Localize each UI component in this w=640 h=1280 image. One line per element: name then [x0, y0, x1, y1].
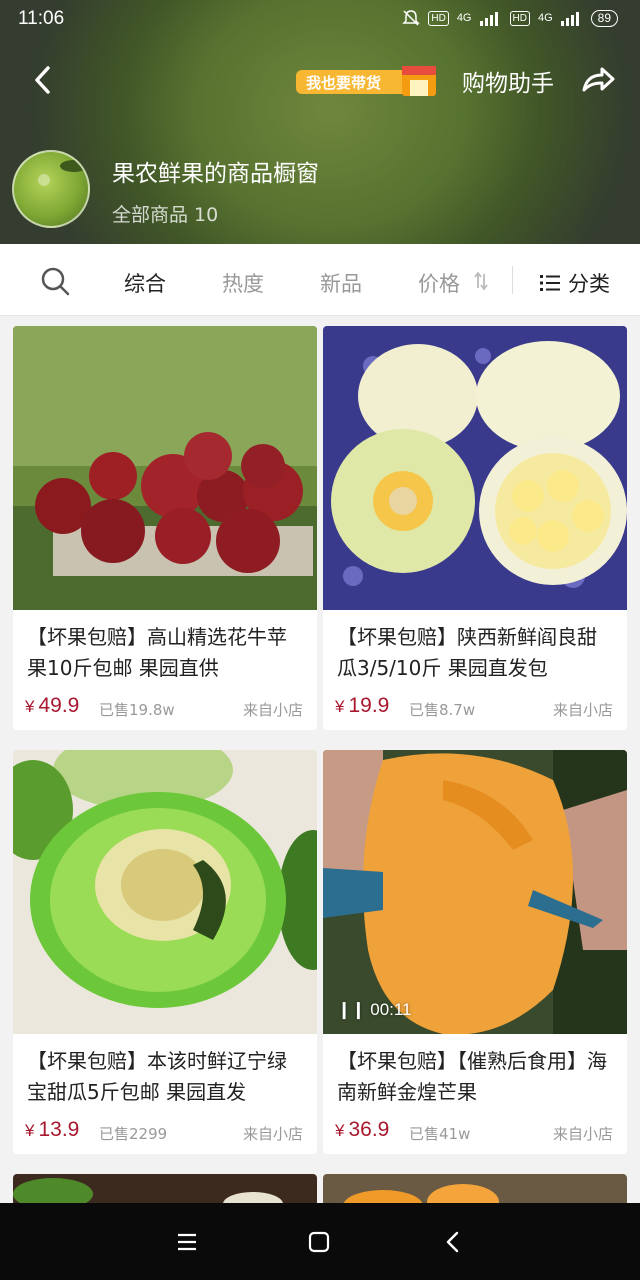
network-4g-label: 4G	[537, 12, 553, 24]
product-meta: ¥49.9 已售19.8w 来自小店	[13, 686, 317, 730]
product-count: 全部商品 10	[112, 204, 219, 226]
back-icon[interactable]	[436, 1225, 470, 1259]
product-card[interactable]: 【坏果包赔】陕西新鲜阎良甜瓜3/5/10斤 果园直发包 ¥19.9 已售8.7w…	[323, 326, 627, 730]
product-meta: ¥13.9 已售2299 来自小店	[13, 1110, 317, 1154]
mute-bell-icon	[402, 10, 421, 26]
tab-comprehensive[interactable]: 综合	[124, 268, 166, 298]
product-title: 【坏果包赔】【催熟后食用】海南新鲜金煌芒果	[337, 1049, 607, 1104]
product-meta: ¥36.9 已售41w 来自小店	[323, 1110, 627, 1154]
battery-indicator: 89	[590, 9, 618, 27]
sort-tabs: 综合 热度 新品 价格 分类	[0, 244, 640, 316]
origin-label: 来自小店	[242, 1125, 303, 1143]
sort-arrows-icon[interactable]	[472, 270, 490, 292]
tab-new[interactable]: 新品	[320, 268, 362, 298]
product-title: 【坏果包赔】陕西新鲜阎良甜瓜3/5/10斤 果园直发包	[337, 625, 597, 680]
status-time: 11:06	[18, 8, 65, 29]
signal-icon	[560, 12, 579, 26]
tab-divider	[512, 266, 513, 294]
hd-tag: HD	[509, 10, 530, 26]
home-icon[interactable]	[302, 1225, 336, 1259]
product-price: ¥13.9	[25, 1118, 80, 1141]
sold-count: 已售8.7w	[409, 701, 476, 719]
hd-tag: HD	[428, 10, 449, 26]
search-icon[interactable]	[38, 264, 72, 298]
pause-icon: ❙❙	[337, 1000, 366, 1019]
product-card[interactable]: 【坏果包赔】本该时鲜辽宁绿宝甜瓜5斤包邮 果园直发 ¥13.9 已售2299 来…	[13, 750, 317, 1154]
promo-badge-label: 我也要带货	[306, 74, 382, 92]
category-label: 分类	[568, 272, 610, 296]
sold-count: 已售19.8w	[99, 701, 175, 719]
product-image-white-melons	[323, 326, 627, 610]
system-nav-bar	[0, 1203, 640, 1280]
menu-icon[interactable]	[170, 1225, 204, 1259]
product-title: 【坏果包赔】高山精选花牛苹果10斤包邮 果园直供	[27, 625, 287, 680]
status-icons: HD 4G HD 4G 89	[402, 9, 618, 27]
product-card[interactable]: ❙❙ 00:11 【坏果包赔】【催熟后食用】海南新鲜金煌芒果 ¥36.9 已售4…	[323, 750, 627, 1154]
product-price: ¥19.9	[335, 694, 390, 717]
product-image-red-apples	[13, 326, 317, 610]
tab-popularity[interactable]: 热度	[222, 268, 264, 298]
sold-count: 已售2299	[99, 1125, 168, 1143]
shop-avatar[interactable]	[12, 150, 90, 228]
product-image-green-melon	[13, 750, 317, 1034]
product-image-mango: ❙❙ 00:11	[323, 750, 627, 1034]
video-duration: ❙❙ 00:11	[337, 1000, 412, 1019]
network-4g-label: 4G	[456, 12, 472, 24]
origin-label: 来自小店	[552, 1125, 613, 1143]
product-meta: ¥19.9 已售8.7w 来自小店	[323, 686, 627, 730]
origin-label: 来自小店	[242, 701, 303, 719]
shop-name: 果农鲜果的商品橱窗	[112, 161, 319, 187]
list-icon	[540, 275, 560, 291]
product-price: ¥36.9	[335, 1118, 390, 1141]
shop-header: 11:06 HD 4G HD 4G 89 我也要带货 购物助手 果农鲜果的商品橱…	[0, 0, 640, 244]
tab-price[interactable]: 价格	[418, 268, 460, 298]
signal-icon	[479, 12, 498, 26]
origin-label: 来自小店	[552, 701, 613, 719]
product-price: ¥49.9	[25, 694, 80, 717]
product-card[interactable]: 【坏果包赔】高山精选花牛苹果10斤包邮 果园直供 ¥49.9 已售19.8w 来…	[13, 326, 317, 730]
promo-badge-button[interactable]: 我也要带货	[296, 64, 440, 98]
category-button[interactable]: 分类	[540, 268, 610, 298]
shopping-assistant-link[interactable]: 购物助手	[462, 64, 554, 98]
sold-count: 已售41w	[409, 1125, 471, 1143]
status-bar: 11:06 HD 4G HD 4G 89	[0, 0, 640, 40]
product-title: 【坏果包赔】本该时鲜辽宁绿宝甜瓜5斤包邮 果园直发	[27, 1049, 287, 1104]
share-icon[interactable]	[580, 62, 616, 98]
back-arrow-icon[interactable]	[28, 62, 60, 98]
